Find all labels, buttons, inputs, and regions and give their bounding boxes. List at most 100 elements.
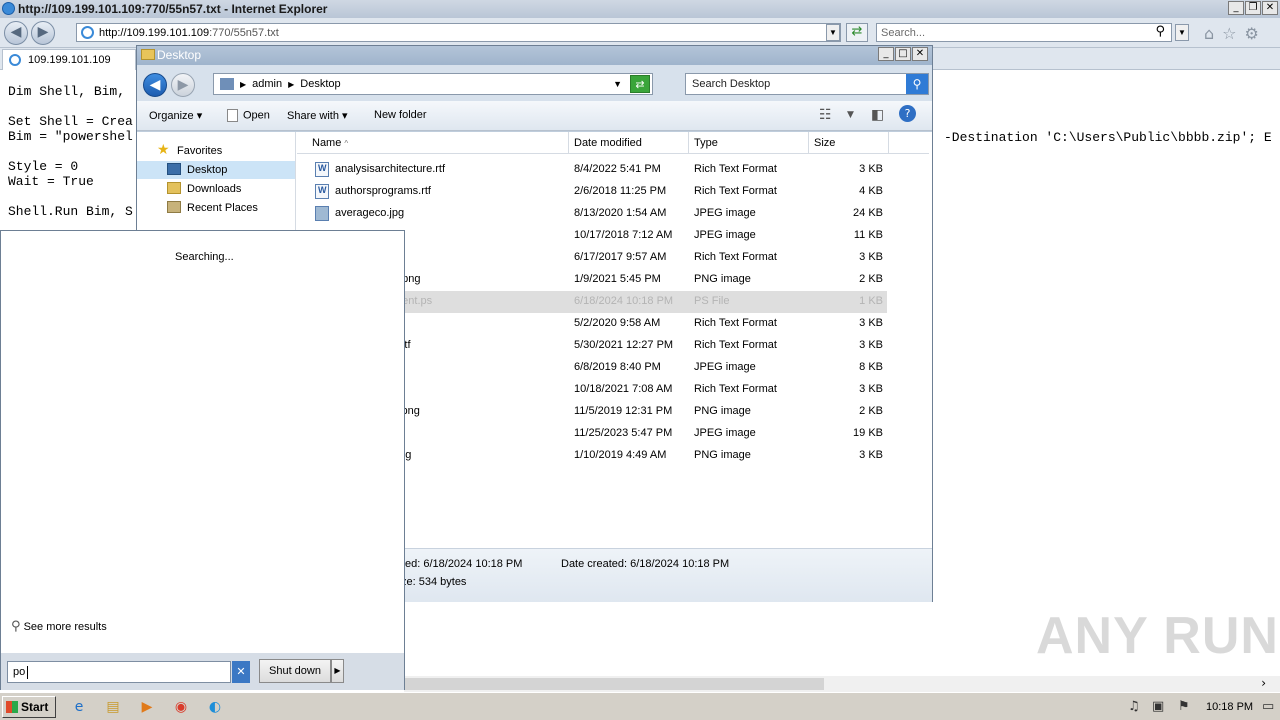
preview-pane-icon[interactable]: ◧ — [871, 107, 884, 123]
explorer-close-button[interactable]: ✕ — [912, 47, 928, 61]
action-center-flag-icon[interactable]: ⚑ — [1178, 699, 1190, 714]
page-icon — [81, 26, 94, 39]
ie-search-input[interactable]: Search... ⚲ — [876, 23, 1172, 42]
file-type: JPEG image — [694, 427, 756, 439]
share-with-button[interactable]: Share with ▾ — [287, 109, 348, 122]
ie-navigation-bar: ◀ ▶ http://109.199.101.109:770/55n57.txt… — [0, 18, 1280, 48]
refresh-icon[interactable]: ⇄ — [846, 23, 868, 42]
file-date-modified: 1/10/2019 4:49 AM — [574, 449, 667, 461]
detail-date-modified: ed: 6/18/2024 10:18 PM — [405, 558, 523, 570]
chevron-right-icon[interactable]: ▶ — [240, 80, 246, 89]
horizontal-scrollbar[interactable]: › — [404, 676, 1280, 692]
file-size: 2 KB — [859, 405, 883, 417]
start-search-input[interactable]: po — [7, 661, 231, 683]
forward-button[interactable]: ▶ — [31, 21, 55, 45]
open-button[interactable]: Open — [227, 109, 270, 122]
start-button[interactable]: Start — [2, 696, 56, 718]
file-type: JPEG image — [694, 229, 756, 241]
rtf-document-icon — [315, 184, 329, 199]
column-date-modified[interactable]: Date modified — [569, 132, 689, 154]
nav-desktop-label: Desktop — [187, 164, 228, 176]
address-dropdown-icon[interactable]: ▼ — [826, 24, 840, 41]
explorer-maximize-button[interactable]: □ — [895, 47, 911, 61]
file-date-modified: 5/30/2021 12:27 PM — [574, 339, 674, 351]
shut-down-button[interactable]: Shut down — [259, 659, 331, 683]
nav-downloads[interactable]: Downloads — [137, 180, 295, 198]
file-row[interactable]: averageco.jpg 8/13/2020 1:54 AM JPEG image… — [297, 203, 887, 225]
file-size: 2 KB — [859, 273, 883, 285]
internet-explorer-icon[interactable]: e — [68, 697, 90, 717]
restore-button[interactable]: ❐ — [1245, 1, 1261, 15]
file-date-modified: 10/17/2018 7:12 AM — [574, 229, 673, 241]
file-size: 1 KB — [859, 295, 883, 307]
system-tray: ♫ ▣ ⚑ ▭ — [1120, 696, 1278, 718]
see-more-results-link[interactable]: ⚲ See more results — [11, 619, 107, 634]
explorer-back-button[interactable]: ◀ — [143, 73, 167, 97]
file-size: 4 KB — [859, 185, 883, 197]
nav-desktop[interactable]: Desktop — [137, 161, 295, 179]
file-type: Rich Text Format — [694, 185, 777, 197]
address-bar[interactable]: http://109.199.101.109:770/55n57.txt — [76, 23, 841, 42]
close-button[interactable]: ✕ — [1262, 1, 1278, 15]
home-icon[interactable]: ⌂ — [1204, 24, 1214, 43]
chevron-down-icon[interactable]: ▼ — [847, 110, 854, 120]
search-icon[interactable]: ⚲ — [906, 74, 928, 94]
windows-flag-icon — [6, 701, 18, 713]
folder-icon — [141, 49, 155, 60]
tools-gear-icon[interactable]: ⚙ — [1245, 24, 1259, 43]
column-name-label: Name — [312, 137, 342, 149]
file-date-modified: 2/6/2018 11:25 PM — [574, 185, 667, 197]
nav-recent-places[interactable]: Recent Places — [137, 199, 295, 217]
organize-button[interactable]: Organize ▾ — [149, 109, 202, 122]
column-size[interactable]: Size — [809, 132, 889, 154]
back-button[interactable]: ◀ — [4, 21, 28, 45]
help-icon[interactable]: ? — [899, 105, 916, 122]
breadcrumb-desktop[interactable]: Desktop — [300, 78, 340, 90]
explorer-forward-button[interactable]: ▶ — [171, 73, 195, 97]
file-date-modified: 6/17/2017 9:57 AM — [574, 251, 667, 263]
show-desktop-icon[interactable]: ▭ — [1262, 699, 1274, 714]
file-explorer-icon[interactable]: ▤ — [102, 697, 124, 717]
refresh-icon[interactable]: ⇄ — [630, 75, 650, 93]
watermark-logo: ANY RUN — [1036, 607, 1279, 665]
edge-icon[interactable]: ◐ — [204, 697, 226, 717]
explorer-title-bar: Desktop _ □ ✕ — [137, 46, 932, 65]
clear-search-icon[interactable]: ✕ — [232, 661, 250, 683]
shutdown-options-icon[interactable]: ▶ — [331, 659, 344, 683]
file-row[interactable]: authorsprograms.rtf 2/6/2018 11:25 PM Rich… — [297, 181, 887, 203]
chevron-right-icon[interactable]: ▶ — [288, 80, 294, 89]
search-dropdown-icon[interactable]: ▼ — [1175, 24, 1189, 41]
column-type[interactable]: Type — [689, 132, 809, 154]
view-options-icon[interactable]: ☷ — [819, 107, 832, 123]
explorer-minimize-button[interactable]: _ — [878, 47, 894, 61]
file-date-modified: 6/8/2019 8:40 PM — [574, 361, 661, 373]
file-type: Rich Text Format — [694, 251, 777, 263]
chrome-icon[interactable]: ◉ — [170, 697, 192, 717]
page-text-fragment: -Destination 'C:\Users\Public\bbbb.zip';… — [944, 130, 1272, 145]
chevron-down-icon[interactable]: ▼ — [613, 79, 622, 89]
file-size: 3 KB — [859, 383, 883, 395]
file-type: Rich Text Format — [694, 383, 777, 395]
tab-page-icon — [9, 54, 21, 66]
explorer-address-bar[interactable]: ▶ admin ▶ Desktop ▼ ⇄ — [213, 73, 653, 95]
breadcrumb-admin[interactable]: admin — [252, 78, 282, 90]
detail-size: ze: 534 bytes — [401, 576, 467, 588]
file-size: 19 KB — [853, 427, 883, 439]
favorites-star-icon[interactable]: ☆ — [1222, 24, 1236, 43]
search-icon[interactable]: ⚲ — [1155, 24, 1165, 39]
new-folder-button[interactable]: New folder — [374, 109, 427, 121]
nav-favorites[interactable]: ★ Favorites — [137, 142, 295, 160]
network-icon[interactable]: ▣ — [1152, 699, 1164, 714]
scrollbar-thumb[interactable] — [404, 678, 824, 690]
browser-tab[interactable]: 109.199.101.109 — [2, 49, 136, 70]
file-row[interactable]: analysisarchitecture.rtf 8/4/2022 5:41 PM… — [297, 159, 887, 181]
open-label: Open — [243, 109, 270, 122]
volume-icon[interactable]: ♫ — [1128, 699, 1140, 714]
media-player-icon[interactable]: ▶ — [136, 697, 158, 717]
file-size: 3 KB — [859, 251, 883, 263]
minimize-button[interactable]: _ — [1228, 1, 1244, 15]
scroll-right-icon[interactable]: › — [1261, 676, 1266, 690]
file-date-modified: 10/18/2021 7:08 AM — [574, 383, 673, 395]
column-name[interactable]: Name ^ — [307, 132, 569, 154]
explorer-search-input[interactable]: Search Desktop ⚲ — [685, 73, 929, 95]
